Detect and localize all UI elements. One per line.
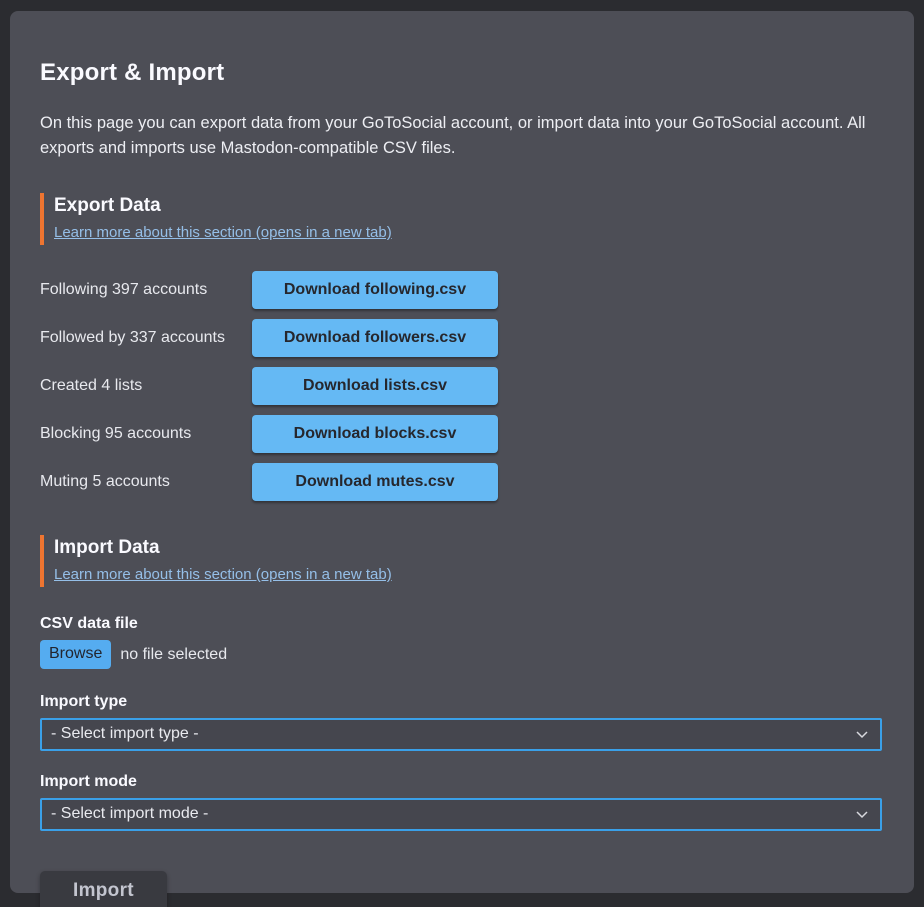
export-row-followers: Followed by 337 accounts Download follow… — [40, 319, 884, 357]
export-row-label: Following 397 accounts — [40, 281, 252, 299]
import-section-title: Import Data — [54, 537, 884, 559]
download-following-button[interactable]: Download following.csv — [252, 271, 498, 309]
download-followers-button[interactable]: Download followers.csv — [252, 319, 498, 357]
page-title: Export & Import — [40, 59, 884, 87]
import-section: Import Data Learn more about this sectio… — [40, 535, 884, 907]
export-row-lists: Created 4 lists Download lists.csv — [40, 367, 884, 405]
csv-file-field: CSV data file Browse no file selected — [40, 615, 884, 669]
export-row-label: Created 4 lists — [40, 377, 252, 395]
export-rows: Following 397 accounts Download followin… — [40, 271, 884, 501]
import-mode-field: Import mode - Select import mode - — [40, 773, 884, 831]
export-row-label: Muting 5 accounts — [40, 473, 252, 491]
import-mode-select-wrap: - Select import mode - — [40, 798, 884, 831]
import-button[interactable]: Import — [40, 871, 167, 907]
download-mutes-button[interactable]: Download mutes.csv — [252, 463, 498, 501]
import-type-select-wrap: - Select import type - — [40, 718, 884, 751]
import-type-select[interactable]: - Select import type - — [40, 718, 882, 751]
import-learn-more-link[interactable]: Learn more about this section (opens in … — [54, 566, 392, 583]
export-section-header: Export Data Learn more about this sectio… — [40, 193, 884, 245]
file-status-text: no file selected — [120, 646, 227, 664]
import-section-header: Import Data Learn more about this sectio… — [40, 535, 884, 587]
export-row-label: Blocking 95 accounts — [40, 425, 252, 443]
export-import-panel: Export & Import On this page you can exp… — [10, 11, 914, 893]
export-row-label: Followed by 337 accounts — [40, 329, 252, 347]
csv-file-label: CSV data file — [40, 615, 884, 633]
import-mode-select[interactable]: - Select import mode - — [40, 798, 882, 831]
export-learn-more-link[interactable]: Learn more about this section (opens in … — [54, 224, 392, 241]
browse-button[interactable]: Browse — [40, 640, 111, 669]
download-blocks-button[interactable]: Download blocks.csv — [252, 415, 498, 453]
import-mode-label: Import mode — [40, 773, 884, 791]
import-type-label: Import type — [40, 693, 884, 711]
page-description: On this page you can export data from yo… — [40, 111, 884, 161]
import-type-field: Import type - Select import type - — [40, 693, 884, 751]
download-lists-button[interactable]: Download lists.csv — [252, 367, 498, 405]
csv-file-input[interactable]: Browse no file selected — [40, 640, 884, 669]
export-row-mutes: Muting 5 accounts Download mutes.csv — [40, 463, 884, 501]
export-section: Export Data Learn more about this sectio… — [40, 193, 884, 501]
export-row-blocks: Blocking 95 accounts Download blocks.csv — [40, 415, 884, 453]
export-row-following: Following 397 accounts Download followin… — [40, 271, 884, 309]
export-section-title: Export Data — [54, 195, 884, 217]
